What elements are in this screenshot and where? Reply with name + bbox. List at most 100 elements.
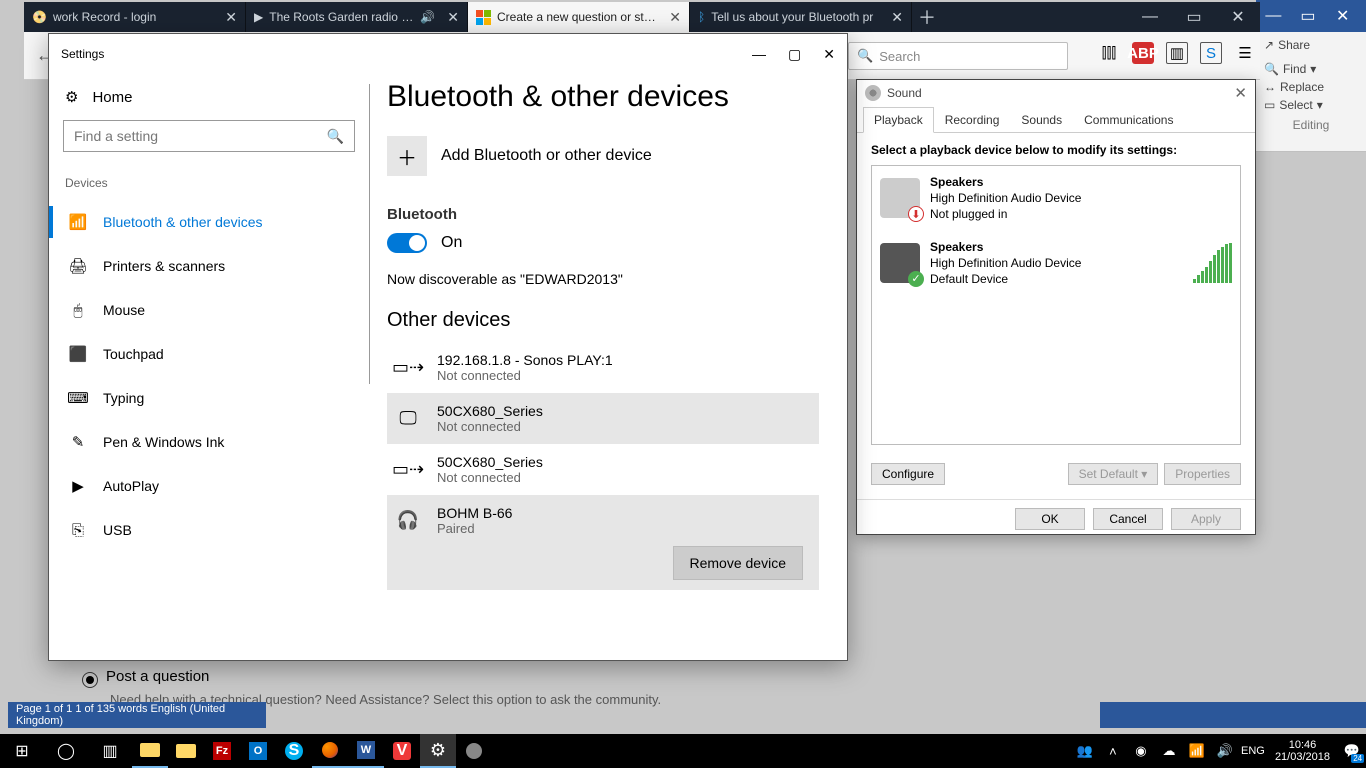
word-ribbon-editing-group: ↗ Share 🔍 Find ▾ ↔ Replace ▭ Select ▾ Ed… (1256, 32, 1366, 152)
screenshot-icon[interactable]: S (1200, 42, 1222, 64)
playback-device-list[interactable]: ⬇ Speakers High Definition Audio Device … (871, 165, 1241, 445)
taskbar-file-explorer-1[interactable] (132, 734, 168, 768)
tray-clock[interactable]: 10:46 21/03/2018 (1267, 739, 1338, 763)
device-50cx680-1[interactable]: 🖵 50CX680_Series Not connected (387, 393, 819, 444)
firefox-menu-button[interactable]: ☰ (1234, 42, 1256, 64)
settings-minimize[interactable]: ― (752, 46, 766, 63)
taskbar-filezilla[interactable]: Fz (204, 734, 240, 768)
tab-close-icon[interactable]: ✕ (447, 9, 459, 26)
radio-selected-icon[interactable] (82, 672, 98, 688)
settings-maximize[interactable]: ▢ (788, 46, 801, 63)
nav-printers-scanners[interactable]: 🖨 Printers & scanners (63, 244, 355, 288)
taskbar-app[interactable] (456, 734, 492, 768)
cast-icon: ▭⇢ (395, 457, 421, 483)
find-button[interactable]: 🔍 Find ▾ (1264, 62, 1358, 76)
firefox-toolbar-icons: ⫿⫿⫿ ABP ▥ S ☰ (1098, 42, 1256, 64)
device-status: Not connected (437, 419, 543, 434)
device-desc: High Definition Audio Device (930, 190, 1081, 206)
reader-view-icon[interactable]: ▥ (1166, 42, 1188, 64)
scroll-indicator[interactable] (369, 84, 370, 384)
device-50cx680-2[interactable]: ▭⇢ 50CX680_Series Not connected (387, 444, 819, 495)
tray-onedrive-icon[interactable]: ☁ (1155, 734, 1183, 768)
apply-button[interactable]: Apply (1171, 508, 1241, 530)
properties-button[interactable]: Properties (1164, 463, 1241, 485)
ok-button[interactable]: OK (1015, 508, 1085, 530)
playback-device-unplugged[interactable]: ⬇ Speakers High Definition Audio Device … (872, 166, 1240, 231)
tab-communications[interactable]: Communications (1073, 107, 1184, 133)
nav-bluetooth-devices[interactable]: 📶 Bluetooth & other devices (63, 200, 355, 244)
bluetooth-toggle[interactable] (387, 233, 427, 253)
word-status-bar[interactable]: Page 1 of 1 1 of 135 words English (Unit… (8, 702, 266, 728)
home-button[interactable]: ⚙ Home (65, 88, 355, 106)
tray-action-center[interactable]: 💬24 (1338, 734, 1366, 768)
nav-mouse[interactable]: 🖱 Mouse (63, 288, 355, 332)
taskbar-firefox[interactable] (312, 734, 348, 768)
sound-close-button[interactable]: ✕ (1234, 84, 1247, 102)
select-button[interactable]: ▭ Select ▾ (1264, 98, 1358, 112)
taskbar-vivaldi[interactable]: V (384, 734, 420, 768)
tray-show-hidden[interactable]: ˄ (1099, 734, 1127, 768)
cortana-search[interactable]: ◯ (44, 734, 88, 768)
taskbar-word[interactable]: W (348, 734, 384, 768)
tab-close-icon[interactable]: ✕ (225, 9, 237, 26)
device-name: BOHM B-66 (437, 505, 512, 521)
tab-recording[interactable]: Recording (934, 107, 1011, 133)
find-setting-search[interactable]: Find a setting 🔍 (63, 120, 355, 152)
set-default-button[interactable]: Set Default ▾ (1068, 463, 1159, 485)
tab-create-question[interactable]: Create a new question or start a ✕ (468, 2, 690, 32)
volume-meter (1193, 243, 1232, 283)
taskbar-outlook[interactable]: O (240, 734, 276, 768)
library-icon[interactable]: ⫿⫿⫿ (1098, 42, 1120, 64)
device-bohm[interactable]: 🎧 BOHM B-66 Paired Remove device (387, 495, 819, 590)
start-button[interactable]: ⊞ (0, 734, 44, 768)
nav-touchpad[interactable]: ⬛ Touchpad (63, 332, 355, 376)
firefox-minimize[interactable]: ― (1128, 2, 1172, 32)
tray-volume-icon[interactable]: 🔊 (1211, 734, 1239, 768)
speaker-icon: ✓ (880, 243, 920, 283)
settings-title: Settings (61, 47, 104, 61)
word-minimize[interactable]: ― (1256, 5, 1291, 27)
playback-device-default[interactable]: ✓ Speakers High Definition Audio Device … (872, 231, 1240, 296)
settings-close[interactable]: ✕ (823, 46, 835, 63)
new-tab-button[interactable]: ＋ (912, 2, 942, 32)
taskbar-settings[interactable]: ⚙ (420, 734, 456, 768)
favicon-record-icon: 📀 (32, 10, 47, 24)
firefox-search-box[interactable]: 🔍 Search (848, 42, 1068, 70)
task-view[interactable]: ▥ (88, 734, 132, 768)
adblock-icon[interactable]: ABP (1132, 42, 1154, 64)
tab-roots-garden[interactable]: ▶ The Roots Garden radio sho 🔊 ✕ (246, 2, 468, 32)
word-status-bar-right[interactable] (1100, 702, 1366, 728)
share-button[interactable]: ↗ Share (1264, 38, 1358, 52)
remove-device-button[interactable]: Remove device (673, 546, 804, 580)
tab-close-icon[interactable]: ✕ (891, 9, 903, 26)
tray-people[interactable]: 👥 (1071, 734, 1099, 768)
printer-icon: 🖨 (69, 257, 87, 275)
search-icon: 🔍 (857, 48, 873, 64)
replace-button[interactable]: ↔ Replace (1264, 80, 1358, 94)
nav-pen-ink[interactable]: ✎ Pen & Windows Ink (63, 420, 355, 464)
add-bluetooth-device[interactable]: ＋ Add Bluetooth or other device (387, 136, 819, 176)
tab-playback[interactable]: Playback (863, 107, 934, 133)
default-check-badge-icon: ✓ (908, 271, 924, 287)
tab-bluetooth[interactable]: ᛒ Tell us about your Bluetooth pr ✕ (690, 2, 912, 32)
word-maximize[interactable]: ▭ (1291, 5, 1326, 27)
configure-button[interactable]: Configure (871, 463, 945, 485)
tray-wifi-icon[interactable]: 📶 (1183, 734, 1211, 768)
taskbar-file-explorer-2[interactable] (168, 734, 204, 768)
nav-typing[interactable]: ⌨ Typing (63, 376, 355, 420)
tray-language[interactable]: ENG (1239, 734, 1267, 768)
cancel-button[interactable]: Cancel (1093, 508, 1163, 530)
taskbar-skype[interactable]: S (276, 734, 312, 768)
tab-close-icon[interactable]: ✕ (669, 9, 681, 26)
firefox-close[interactable]: ✕ (1216, 2, 1260, 32)
device-sonos[interactable]: ▭⇢ 192.168.1.8 - Sonos PLAY:1 Not connec… (387, 342, 819, 393)
word-close[interactable]: ✕ (1325, 5, 1360, 27)
tab-work-record[interactable]: 📀 work Record - login ✕ (24, 2, 246, 32)
nav-usb[interactable]: ⎘ USB (63, 508, 355, 552)
tab-audio-icon[interactable]: 🔊 (420, 10, 435, 24)
nav-autoplay[interactable]: ▶ AutoPlay (63, 464, 355, 508)
tab-sounds[interactable]: Sounds (1010, 107, 1073, 133)
pen-icon: ✎ (69, 433, 87, 451)
firefox-maximize[interactable]: ▭ (1172, 2, 1216, 32)
tray-location-icon[interactable]: ◉ (1127, 734, 1155, 768)
